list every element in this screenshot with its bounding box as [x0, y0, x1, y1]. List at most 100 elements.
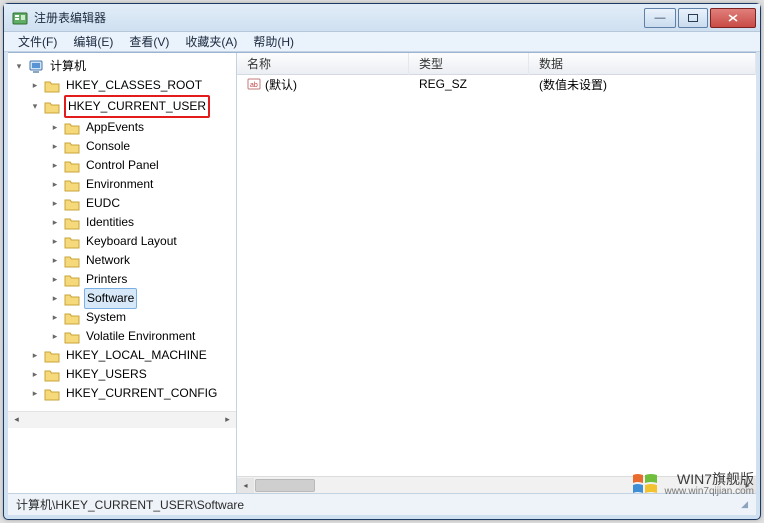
tree-label: Control Panel [84, 156, 161, 175]
tree-key[interactable]: ▸ Network [12, 251, 236, 270]
tree-label: Volatile Environment [84, 327, 197, 346]
windows-flag-icon [631, 471, 659, 497]
expander-icon[interactable]: ▸ [48, 197, 62, 211]
expander-icon[interactable]: ▸ [48, 235, 62, 249]
value-name: (默认) [265, 76, 297, 93]
folder-icon [64, 197, 80, 211]
status-path: 计算机\HKEY_CURRENT_USER\Software [16, 496, 244, 513]
values-pane: 名称 类型 数据 ab(默认) REG_SZ (数值未设置) ◂ ▸ [237, 53, 756, 493]
folder-icon [64, 311, 80, 325]
window-title: 注册表编辑器 [34, 9, 106, 26]
menu-view[interactable]: 查看(V) [121, 32, 177, 51]
expander-icon[interactable]: ▸ [48, 159, 62, 173]
column-type[interactable]: 类型 [409, 52, 529, 75]
folder-icon [44, 100, 60, 114]
expander-icon[interactable]: ▸ [48, 178, 62, 192]
folder-icon [44, 387, 60, 401]
expander-icon[interactable]: ▸ [48, 292, 62, 306]
tree-key[interactable]: ▸ AppEvents [12, 118, 236, 137]
tree-key[interactable]: ▸ Software [12, 289, 236, 308]
folder-icon [64, 330, 80, 344]
tree-label: HKEY_CURRENT_USER [64, 95, 210, 118]
menu-help[interactable]: 帮助(H) [245, 32, 302, 51]
folder-icon [64, 121, 80, 135]
maximize-button[interactable] [678, 8, 708, 28]
svg-text:ab: ab [250, 82, 258, 89]
folder-icon [44, 79, 60, 93]
tree-key[interactable]: ▸ Environment [12, 175, 236, 194]
expander-icon[interactable]: ▸ [28, 79, 42, 93]
column-data[interactable]: 数据 [529, 52, 756, 75]
window-controls: — [644, 8, 760, 28]
regedit-icon [12, 10, 28, 26]
tree-label: Identities [84, 213, 136, 232]
value-data: (数值未设置) [529, 76, 756, 93]
scroll-thumb[interactable] [255, 479, 315, 492]
tree-label: Network [84, 251, 132, 270]
tree-label: HKEY_LOCAL_MACHINE [64, 346, 209, 365]
watermark: WIN7旗舰版 www.win7qijian.com [631, 471, 754, 497]
folder-icon [64, 292, 80, 306]
tree-hive[interactable]: ▸HKEY_CURRENT_CONFIG [12, 384, 236, 403]
expander-icon[interactable]: ▾ [28, 100, 42, 114]
values-list[interactable]: ab(默认) REG_SZ (数值未设置) [237, 75, 756, 476]
folder-icon [64, 273, 80, 287]
tree-root[interactable]: ▾计算机 [12, 57, 236, 76]
tree-key[interactable]: ▸ Console [12, 137, 236, 156]
tree-key[interactable]: ▸ Volatile Environment [12, 327, 236, 346]
expander-icon[interactable]: ▸ [48, 311, 62, 325]
menu-edit[interactable]: 编辑(E) [65, 32, 121, 51]
folder-icon [64, 178, 80, 192]
expander-icon[interactable]: ▸ [48, 254, 62, 268]
tree-label: Software [84, 288, 137, 309]
tree-hscroll[interactable]: ◂ ▸ [8, 411, 236, 428]
close-button[interactable] [710, 8, 756, 28]
folder-icon [44, 349, 60, 363]
tree-hive[interactable]: ▸ HKEY_CLASSES_ROOT [12, 76, 236, 95]
folder-icon [44, 368, 60, 382]
folder-icon [64, 216, 80, 230]
expander-icon[interactable]: ▸ [48, 121, 62, 135]
tree-hive[interactable]: ▸ HKEY_LOCAL_MACHINE [12, 346, 236, 365]
tree-key[interactable]: ▸EUDC [12, 194, 236, 213]
folder-icon [64, 254, 80, 268]
column-headers[interactable]: 名称 类型 数据 [237, 53, 756, 75]
tree-hive[interactable]: ▸ HKEY_USERS [12, 365, 236, 384]
minimize-button[interactable]: — [644, 8, 676, 28]
menu-favorites[interactable]: 收藏夹(A) [177, 32, 245, 51]
tree-label: HKEY_USERS [64, 365, 149, 384]
resize-grip[interactable]: ◢ [741, 499, 748, 510]
tree-key[interactable]: ▸ Printers [12, 270, 236, 289]
expander-icon[interactable]: ▸ [28, 368, 42, 382]
expander-icon[interactable]: ▸ [48, 330, 62, 344]
string-value-icon: ab [247, 77, 261, 91]
tree-key[interactable]: ▸System [12, 308, 236, 327]
folder-icon [64, 140, 80, 154]
registry-editor-window: 注册表编辑器 — 文件(F) 编辑(E) 查看(V) 收藏夹(A) 帮助(H) … [3, 3, 761, 520]
tree-label: AppEvents [84, 118, 146, 137]
expander-icon[interactable]: ▸ [48, 273, 62, 287]
tree-label: Environment [84, 175, 155, 194]
titlebar[interactable]: 注册表编辑器 — [4, 4, 760, 32]
expander-icon[interactable]: ▾ [12, 60, 26, 74]
tree-hive[interactable]: ▾ HKEY_CURRENT_USER [12, 95, 236, 118]
value-row[interactable]: ab(默认) REG_SZ (数值未设置) [237, 75, 756, 93]
tree-label: Console [84, 137, 132, 156]
expander-icon[interactable]: ▸ [28, 387, 42, 401]
folder-icon [64, 159, 80, 173]
folder-icon [64, 235, 80, 249]
tree-key[interactable]: ▸ Control Panel [12, 156, 236, 175]
tree-pane[interactable]: ▾计算机 ▸ HKEY_CLASSES_ROOT ▾ HKEY_CURRENT_USER… [8, 53, 237, 493]
expander-icon[interactable]: ▸ [28, 349, 42, 363]
content-area: ▾计算机 ▸ HKEY_CLASSES_ROOT ▾ HKEY_CURRENT_USER… [8, 52, 756, 493]
menu-file[interactable]: 文件(F) [10, 32, 65, 51]
column-name[interactable]: 名称 [237, 52, 409, 75]
tree-label: Printers [84, 270, 129, 289]
watermark-text: WIN7旗舰版 www.win7qijian.com [665, 472, 754, 497]
tree-key[interactable]: ▸Keyboard Layout [12, 232, 236, 251]
tree-key[interactable]: ▸ Identities [12, 213, 236, 232]
menubar: 文件(F) 编辑(E) 查看(V) 收藏夹(A) 帮助(H) [4, 32, 760, 52]
expander-icon[interactable]: ▸ [48, 216, 62, 230]
expander-icon[interactable]: ▸ [48, 140, 62, 154]
tree-label: HKEY_CLASSES_ROOT [64, 76, 204, 95]
